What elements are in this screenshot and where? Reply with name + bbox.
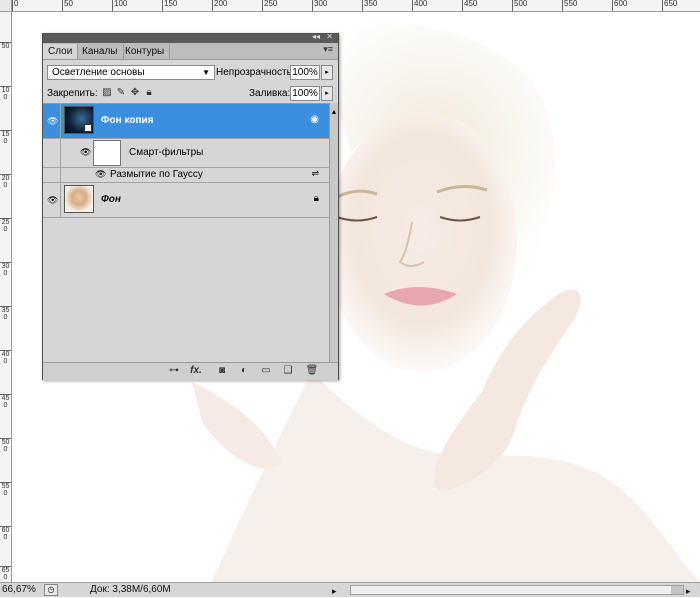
- ruler-label: 450: [462, 0, 477, 11]
- dropdown-arrow-icon: ▼: [202, 68, 210, 77]
- eye-icon[interactable]: 👁︎: [95, 169, 106, 180]
- ruler-label: 500: [0, 438, 11, 453]
- opacity-slider-button[interactable]: ▸: [321, 65, 333, 80]
- smart-object-icon: ◉: [310, 114, 319, 125]
- smart-filters-row[interactable]: 👁︎ Смарт-фильтры: [43, 139, 329, 168]
- lock-pixels-icon[interactable]: ✎: [115, 87, 127, 99]
- layer-row-background-copy[interactable]: 👁︎ Фон копия ◉: [43, 104, 329, 139]
- opacity-input[interactable]: 100%: [290, 65, 320, 80]
- zoom-level[interactable]: 66,67%: [2, 583, 42, 597]
- trash-icon[interactable]: 🗑︎: [305, 365, 319, 377]
- ruler-label: 650: [0, 566, 11, 581]
- ruler-label: 350: [362, 0, 377, 11]
- layers-scrollbar[interactable]: ▲: [329, 103, 338, 362]
- fill-label: Заливка:: [249, 88, 291, 99]
- ruler-label: 550: [0, 482, 11, 497]
- layer-thumbnail: [64, 185, 94, 213]
- lock-row: Закрепить: ▨ ✎ ✥ 🔒︎ Заливка: 100% ▸: [43, 84, 338, 104]
- filter-mask-thumbnail: [93, 140, 121, 166]
- visibility-cell[interactable]: 👁︎: [43, 183, 61, 217]
- fill-slider-button[interactable]: ▸: [321, 86, 333, 101]
- layers-list: 👁︎ Фон копия ◉ 👁︎ Смарт-фильтры 👁︎ Размы…: [43, 103, 329, 363]
- ruler-label: 600: [612, 0, 627, 11]
- ruler-left: 50 100 150 200 250 300 350 400 450 500 5…: [0, 12, 12, 582]
- ruler-label: 50: [62, 0, 73, 11]
- ruler-label: 400: [0, 350, 11, 365]
- scrollbar-thumb[interactable]: [351, 586, 671, 594]
- eye-icon[interactable]: 👁︎: [47, 195, 58, 206]
- opacity-label: Непрозрачность:: [216, 67, 295, 78]
- status-menu-arrow-icon[interactable]: ▸: [332, 584, 337, 598]
- ruler-label: 50: [0, 42, 11, 50]
- tab-channels[interactable]: Каналы: [77, 44, 124, 59]
- panel-footer: ⊶ fx. ◙ ◐ ▭ ❑ 🗑︎: [43, 362, 338, 380]
- new-layer-icon[interactable]: ❑: [281, 365, 295, 377]
- double-arrow-icon[interactable]: ◂◂: [312, 32, 320, 41]
- lock-position-icon[interactable]: ✥: [129, 87, 141, 99]
- ruler-label: 250: [262, 0, 277, 11]
- horizontal-scrollbar[interactable]: [350, 585, 684, 595]
- smart-filters-label: Смарт-фильтры: [129, 147, 204, 158]
- ruler-label: 100: [0, 86, 11, 101]
- ruler-label: 550: [562, 0, 577, 11]
- panel-tabs: Слои Каналы Контуры ▾≡: [43, 43, 338, 60]
- ruler-label: 150: [0, 130, 11, 145]
- panel-menu-icon[interactable]: ▾≡: [323, 44, 333, 55]
- ruler-label: 250: [0, 218, 11, 233]
- mask-icon[interactable]: ◙: [215, 365, 229, 377]
- lock-icon: 🔒︎: [313, 193, 319, 204]
- tab-paths[interactable]: Контуры: [120, 44, 171, 59]
- visibility-cell: [43, 139, 61, 167]
- doc-size-info[interactable]: Док: 3,38M/6,60M: [70, 583, 370, 597]
- eye-icon[interactable]: 👁︎: [80, 147, 91, 158]
- ruler-label: 650: [662, 0, 677, 11]
- ruler-label: 200: [212, 0, 227, 11]
- blend-mode-select[interactable]: Осветление основы ▼: [47, 65, 215, 80]
- layers-panel: ◂◂ ✕ Слои Каналы Контуры ▾≡ Осветление о…: [42, 32, 339, 380]
- ruler-top: 0 50 100 150 200 250 300 350 400 450 500…: [0, 0, 700, 12]
- scroll-right-icon[interactable]: ▸: [686, 584, 691, 598]
- close-icon[interactable]: ✕: [326, 32, 333, 41]
- fx-icon[interactable]: fx.: [189, 365, 203, 377]
- status-bar: 66,67% ◷ Док: 3,38M/6,60M ▸ ▸: [0, 582, 700, 597]
- eye-icon[interactable]: 👁︎: [47, 116, 58, 127]
- panel-titlebar[interactable]: ◂◂ ✕: [43, 32, 338, 43]
- folder-icon[interactable]: ▭: [259, 365, 273, 377]
- visibility-cell[interactable]: 👁︎: [43, 104, 61, 138]
- layer-row-background[interactable]: 👁︎ Фон 🔒︎: [43, 183, 329, 218]
- adjustment-icon[interactable]: ◐: [237, 365, 251, 377]
- layer-thumbnail: [64, 106, 94, 134]
- ruler-label: 100: [112, 0, 127, 11]
- smart-object-badge-icon: [84, 124, 92, 132]
- ruler-label: 450: [0, 394, 11, 409]
- ruler-label: 0: [12, 0, 18, 11]
- blend-mode-value: Осветление основы: [52, 67, 145, 78]
- ruler-corner: [0, 0, 12, 12]
- ruler-label: 150: [162, 0, 177, 11]
- ruler-label: 500: [512, 0, 527, 11]
- fill-input[interactable]: 100%: [290, 86, 320, 101]
- ruler-label: 600: [0, 526, 11, 541]
- link-icon[interactable]: ⊶: [167, 365, 181, 377]
- status-options-icon[interactable]: ◷: [44, 584, 58, 596]
- tab-layers[interactable]: Слои: [43, 44, 79, 59]
- lock-label: Закрепить:: [47, 88, 98, 99]
- visibility-cell: [43, 168, 61, 182]
- ruler-label: 300: [0, 262, 11, 277]
- blend-row: Осветление основы ▼ Непрозрачность: 100%…: [43, 60, 338, 84]
- layer-name[interactable]: Фон копия: [101, 115, 153, 126]
- ruler-label: 350: [0, 306, 11, 321]
- scroll-up-icon[interactable]: ▲: [330, 109, 338, 116]
- filter-name: Размытие по Гауссу: [110, 169, 203, 180]
- ruler-label: 300: [312, 0, 327, 11]
- ruler-label: 400: [412, 0, 427, 11]
- lock-transparency-icon[interactable]: ▨: [101, 87, 113, 99]
- filter-row-gaussian-blur[interactable]: 👁︎ Размытие по Гауссу ⇌: [43, 168, 329, 183]
- lock-all-icon[interactable]: 🔒︎: [143, 87, 155, 99]
- filter-options-icon[interactable]: ⇌: [311, 168, 319, 179]
- ruler-label: 200: [0, 174, 11, 189]
- layer-name[interactable]: Фон: [101, 194, 121, 205]
